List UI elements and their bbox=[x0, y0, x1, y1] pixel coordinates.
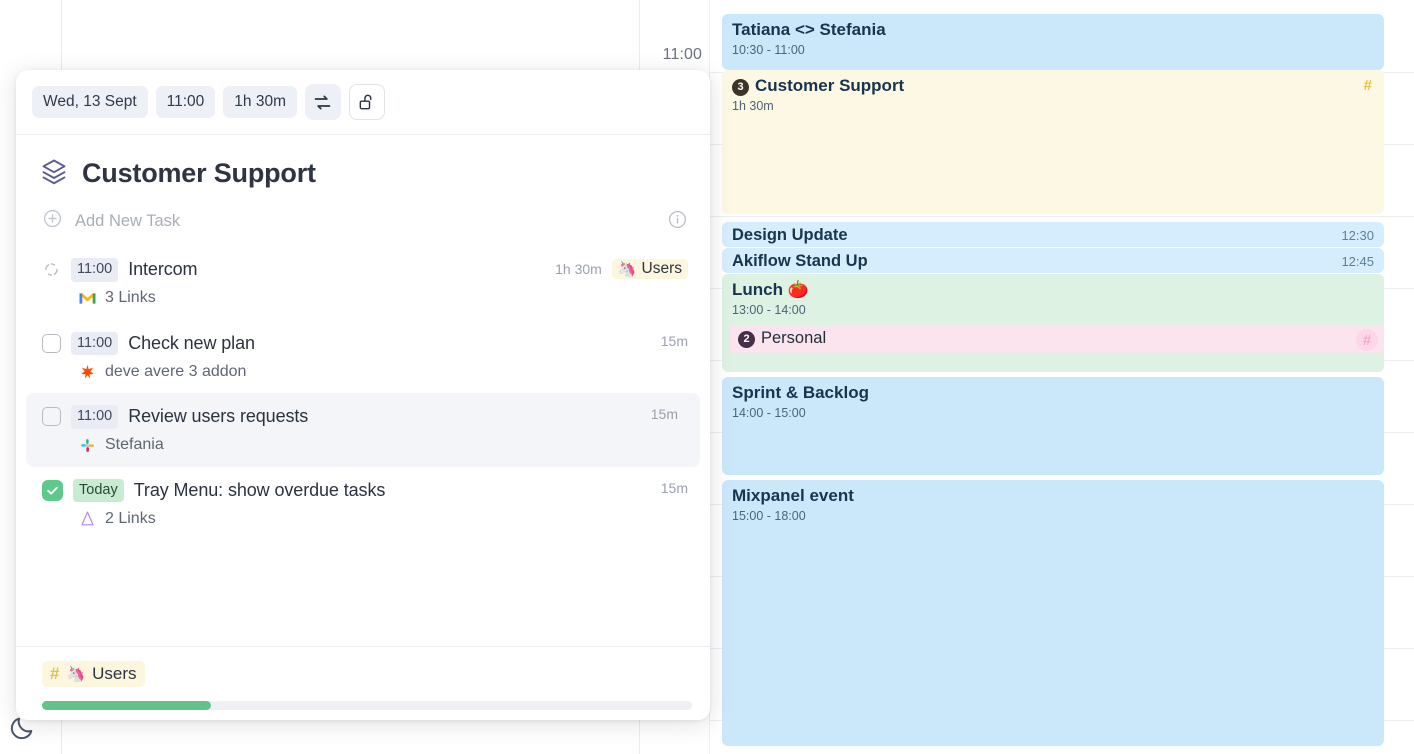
affine-icon bbox=[81, 511, 94, 526]
add-new-task-label: Add New Task bbox=[75, 211, 181, 230]
task-title: Check new plan bbox=[128, 332, 255, 353]
panel-header: Wed, 13 Sept 11:00 1h 30m bbox=[16, 70, 710, 135]
slack-icon bbox=[81, 438, 94, 452]
calendar-event-title: 2 Personal bbox=[738, 328, 1376, 349]
task-detail-panel: Wed, 13 Sept 11:00 1h 30m Customer Suppo… bbox=[16, 70, 710, 720]
calendar-event[interactable]: Sprint & Backlog 14:00 - 15:00 bbox=[722, 377, 1384, 475]
calendar-event-title: Mixpanel event bbox=[732, 486, 854, 505]
task-meta: 15m bbox=[661, 333, 688, 349]
calendar-event-time: 1h 30m bbox=[732, 98, 774, 113]
calendar-event-time: 14:00 - 15:00 bbox=[732, 405, 806, 420]
task-subrow-label: Stefania bbox=[105, 436, 164, 454]
app-root: 11:00 Tatiana <> Stefania 10:30 - 11:00 3 C… bbox=[0, 0, 1414, 754]
calendar-event-time: 10:30 - 11:00 bbox=[732, 42, 805, 57]
task-main: 11:00 Check new plan bbox=[42, 331, 688, 356]
repeat-icon[interactable] bbox=[304, 84, 341, 120]
calendar-event-time: 13:00 - 14:00 bbox=[732, 302, 806, 317]
task-duration: 15m bbox=[660, 332, 688, 349]
calendar-events: Tatiana <> Stefania 10:30 - 11:00 3 Custome… bbox=[710, 0, 1414, 754]
hash-icon: # bbox=[1363, 77, 1372, 94]
task-subrow[interactable]: deve avere 3 addon bbox=[42, 362, 688, 381]
calendar-event-title: Design Update bbox=[732, 226, 848, 244]
task-subrow-label: 2 Links bbox=[105, 509, 156, 527]
unicorn-icon: 🦄 bbox=[66, 665, 86, 683]
task-subrow-label: deve avere 3 addon bbox=[105, 362, 247, 380]
calendar-event[interactable]: Tatiana <> Stefania 10:30 - 11:00 bbox=[722, 14, 1384, 70]
unicorn-icon: 🦄 bbox=[617, 260, 637, 278]
checkbox-unchecked-icon[interactable] bbox=[42, 407, 61, 427]
checkbox-checked-icon[interactable] bbox=[42, 479, 63, 501]
task-main: Today Tray Menu: show overdue tasks bbox=[42, 478, 688, 503]
calendar-event-title: Akiflow Stand Up bbox=[732, 252, 868, 270]
hash-icon: # bbox=[1356, 329, 1378, 351]
info-icon[interactable] bbox=[667, 209, 688, 235]
calendar-event[interactable]: Lunch 🍅 13:00 - 14:00 bbox=[722, 274, 1384, 372]
calendar-event[interactable]: Design Update 12:30 bbox=[722, 222, 1384, 247]
task-time-badge: 11:00 bbox=[71, 405, 119, 429]
gmail-icon bbox=[79, 292, 96, 304]
task-title: Review users requests bbox=[128, 406, 309, 427]
task-duration: 15m bbox=[650, 406, 678, 423]
date-chip[interactable]: Wed, 13 Sept bbox=[32, 86, 148, 118]
task-list: 11:00 Intercom 1h 30m 🦄 Users 3 Links 11:00 Che… bbox=[16, 246, 710, 646]
calendar-event-title: Lunch 🍅 bbox=[732, 280, 809, 299]
event-count-badge: 3 bbox=[732, 79, 749, 97]
task-subrow[interactable]: Stefania bbox=[42, 436, 688, 455]
task-time-badge: Today bbox=[73, 478, 124, 503]
zapier-icon bbox=[81, 364, 94, 379]
task-time-badge: 11:00 bbox=[71, 331, 119, 356]
calendar-event-title: Sprint & Backlog bbox=[732, 383, 869, 402]
time-gutter-label: 11:00 bbox=[662, 46, 702, 63]
time-chip[interactable]: 11:00 bbox=[155, 86, 216, 118]
add-new-task-row[interactable]: Add New Task bbox=[16, 198, 710, 246]
task-row[interactable]: 11:00 Intercom 1h 30m 🦄 Users 3 Links bbox=[16, 246, 710, 320]
calendar-event-time: 15:00 - 18:00 bbox=[732, 508, 806, 523]
task-duration: 15m bbox=[660, 479, 688, 496]
hash-icon: # bbox=[50, 664, 60, 683]
task-meta: 1h 30m 🦄 Users bbox=[555, 259, 688, 279]
checkbox-recurring-icon[interactable] bbox=[42, 260, 61, 279]
footer-tag-label: Users bbox=[92, 664, 137, 683]
task-time-badge: 11:00 bbox=[71, 258, 119, 282]
task-main: 11:00 Review users requests bbox=[42, 405, 688, 429]
calendar-column: Tatiana <> Stefania 10:30 - 11:00 3 Custome… bbox=[710, 0, 1414, 754]
task-subrow-label: 3 Links bbox=[105, 289, 156, 307]
progress-bar-track bbox=[42, 701, 692, 710]
calendar-event-end-time: 12:45 bbox=[1341, 254, 1374, 269]
task-row[interactable]: Today Tray Menu: show overdue tasks 15m 2 L… bbox=[16, 467, 710, 541]
task-meta: 15m bbox=[661, 480, 688, 496]
calendar-event[interactable]: 3 Customer Support 1h 30m # bbox=[722, 70, 1384, 214]
task-meta: 15m bbox=[651, 406, 678, 422]
page-title: Customer Support bbox=[82, 158, 316, 188]
layers-icon bbox=[40, 157, 68, 190]
duration-chip[interactable]: 1h 30m bbox=[223, 86, 297, 118]
event-count-badge: 2 bbox=[738, 331, 755, 349]
panel-title-row: Customer Support bbox=[16, 135, 710, 198]
footer-tag-users[interactable]: # 🦄 Users bbox=[42, 661, 145, 687]
calendar-event-nested-personal[interactable]: 2 Personal # bbox=[730, 325, 1384, 353]
unlock-icon[interactable] bbox=[348, 84, 385, 120]
calendar-event[interactable]: Akiflow Stand Up 12:45 bbox=[722, 248, 1384, 273]
task-title: Intercom bbox=[128, 259, 198, 280]
checkbox-unchecked-icon[interactable] bbox=[42, 333, 61, 353]
task-tag-chip[interactable]: 🦄 Users bbox=[611, 259, 688, 279]
task-row[interactable]: 11:00 Check new plan 15m deve avere 3 addon bbox=[16, 320, 710, 394]
task-title: Tray Menu: show overdue tasks bbox=[133, 479, 386, 500]
plus-circle-icon bbox=[42, 208, 63, 234]
task-subrow[interactable]: 2 Links bbox=[42, 509, 688, 528]
calendar-event-title: Tatiana <> Stefania bbox=[732, 20, 886, 39]
progress-bar-fill bbox=[42, 701, 211, 710]
task-tag-label: Users bbox=[641, 260, 682, 277]
task-duration: 1h 30m bbox=[555, 261, 602, 277]
calendar-event-end-time: 12:30 bbox=[1341, 228, 1374, 243]
calendar-event[interactable]: Mixpanel event 15:00 - 18:00 bbox=[722, 480, 1384, 746]
task-row[interactable]: 11:00 Review users requests 15m Stefania bbox=[26, 393, 700, 467]
task-subrow[interactable]: 3 Links bbox=[42, 289, 688, 308]
panel-footer: # 🦄 Users bbox=[16, 646, 710, 720]
calendar-event-title: 3 Customer Support bbox=[732, 76, 1374, 97]
